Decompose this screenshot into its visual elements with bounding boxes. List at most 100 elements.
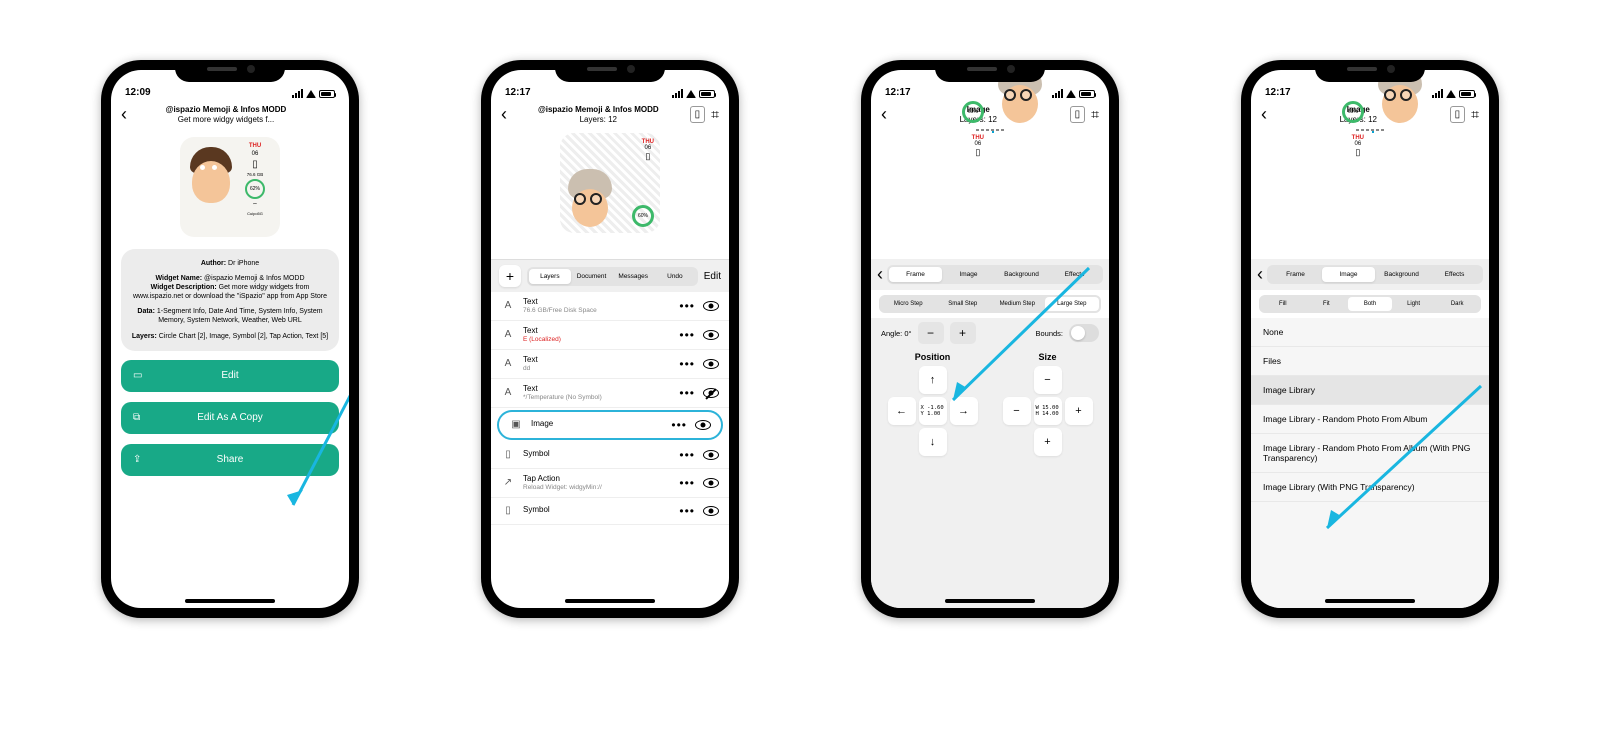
visibility-icon[interactable]	[703, 388, 719, 398]
more-icon[interactable]: •••	[679, 357, 695, 371]
step-segment[interactable]: Micro StepSmall StepMedium StepLarge Ste…	[879, 295, 1101, 313]
visibility-icon[interactable]	[703, 450, 719, 460]
source-option[interactable]: Image Library - Random Photo From Album	[1251, 405, 1489, 434]
seg-document[interactable]: Document	[571, 269, 613, 284]
step-option[interactable]: Medium Step	[990, 297, 1045, 311]
layer-type-icon: A	[501, 387, 515, 398]
screen-2: 12:17 ‹ @ispazio Memoji & Infos MODD Lay…	[491, 70, 729, 608]
tabs-segment[interactable]: FrameImageBackgroundEffects	[887, 265, 1103, 284]
pos-right[interactable]: →	[950, 397, 978, 425]
tab-frame[interactable]: Frame	[1269, 267, 1322, 282]
widget-preview[interactable]: THU06▯ 60%	[560, 133, 660, 233]
back-button[interactable]: ‹	[1261, 104, 1267, 125]
clock: 12:17	[885, 87, 911, 98]
more-icon[interactable]: •••	[679, 448, 695, 462]
mode-dark[interactable]: Dark	[1435, 297, 1479, 311]
layer-row[interactable]: A TextE (Localized) •••	[491, 321, 729, 350]
step-option[interactable]: Micro Step	[881, 297, 936, 311]
edit-button[interactable]: ▭ Edit	[121, 360, 339, 392]
visibility-icon[interactable]	[703, 359, 719, 369]
phone-3: 12:17 ‹ ImageLayers: 12 ▯ ⌗ THU06▯ 60% ‹…	[861, 60, 1119, 618]
share-button[interactable]: ⇪ Share	[121, 444, 339, 476]
tab-effects[interactable]: Effects	[1428, 267, 1481, 282]
fit-mode-segment[interactable]: FillFitBothLightDark	[1259, 295, 1481, 313]
layer-row[interactable]: A Text*/Temperature (No Symbol) •••	[491, 379, 729, 408]
tab-background[interactable]: Background	[1375, 267, 1428, 282]
back-button[interactable]: ‹	[501, 104, 507, 125]
seg-messages[interactable]: Messages	[612, 269, 654, 284]
back-button[interactable]: ‹	[881, 104, 887, 125]
layer-list[interactable]: A Text76.6 GB/Free Disk Space ••• A Text…	[491, 292, 729, 608]
pos-down[interactable]: ↓	[919, 428, 947, 456]
home-indicator[interactable]	[1325, 599, 1415, 603]
copy-icon: ⧉	[133, 412, 140, 423]
mode-both[interactable]: Both	[1348, 297, 1392, 311]
tabs-back[interactable]: ‹	[877, 264, 883, 285]
grid-icon[interactable]: ⌗	[711, 106, 719, 123]
more-icon[interactable]: •••	[679, 386, 695, 400]
notch	[1315, 60, 1425, 82]
layer-row[interactable]: ▯ Symbol •••	[491, 442, 729, 469]
source-option[interactable]: Image Library	[1251, 376, 1489, 405]
visibility-icon[interactable]	[703, 330, 719, 340]
more-icon[interactable]: •••	[679, 328, 695, 342]
size-h-plus[interactable]: +	[1034, 428, 1062, 456]
source-option[interactable]: Image Library - Random Photo From Album …	[1251, 434, 1489, 473]
angle-minus[interactable]: −	[918, 322, 944, 344]
mode-fill[interactable]: Fill	[1261, 297, 1305, 311]
more-icon[interactable]: •••	[679, 504, 695, 518]
layer-row[interactable]: ▯ Symbol •••	[491, 498, 729, 525]
home-indicator[interactable]	[185, 599, 275, 603]
visibility-icon[interactable]	[703, 506, 719, 516]
size-pad: − − W 15.00 H 14.00 + +	[1003, 366, 1093, 456]
angle-plus[interactable]: +	[950, 322, 976, 344]
layer-row[interactable]: ↗ Tap ActionReload Widget: widgyMin:// •…	[491, 469, 729, 498]
back-button[interactable]: ‹	[121, 104, 127, 125]
grid-icon[interactable]: ⌗	[1091, 106, 1099, 123]
tab-frame[interactable]: Frame	[889, 267, 942, 282]
tab-image[interactable]: Image	[1322, 267, 1375, 282]
memoji-icon	[186, 143, 236, 203]
source-option[interactable]: Image Library (With PNG Transparency)	[1251, 473, 1489, 502]
tabs-segment[interactable]: FrameImageBackgroundEffects	[1267, 265, 1483, 284]
tab-image[interactable]: Image	[942, 267, 995, 282]
add-button[interactable]: +	[499, 265, 521, 287]
size-w-plus[interactable]: +	[1065, 397, 1093, 425]
phone-icon[interactable]: ▯	[690, 106, 706, 123]
pos-left[interactable]: ←	[888, 397, 916, 425]
more-icon[interactable]: •••	[671, 418, 687, 432]
source-option[interactable]: Files	[1251, 347, 1489, 376]
phone-icon[interactable]: ▯	[1450, 106, 1466, 123]
grid-icon[interactable]: ⌗	[1471, 106, 1479, 123]
home-indicator[interactable]	[565, 599, 655, 603]
step-option[interactable]: Large Step	[1045, 297, 1100, 311]
size-h-minus[interactable]: −	[1034, 366, 1062, 394]
tabs-back[interactable]: ‹	[1257, 264, 1263, 285]
more-icon[interactable]: •••	[679, 476, 695, 490]
seg-undo[interactable]: Undo	[654, 269, 696, 284]
source-option[interactable]: None	[1251, 318, 1489, 347]
phone-icon[interactable]: ▯	[1070, 106, 1086, 123]
bounds-label: Bounds:	[1035, 329, 1063, 338]
more-icon[interactable]: •••	[679, 299, 695, 313]
visibility-icon[interactable]	[703, 478, 719, 488]
tab-background[interactable]: Background	[995, 267, 1048, 282]
visibility-icon[interactable]	[695, 420, 711, 430]
step-option[interactable]: Small Step	[936, 297, 991, 311]
layer-row[interactable]: A Textdd •••	[491, 350, 729, 379]
mode-light[interactable]: Light	[1392, 297, 1436, 311]
visibility-icon[interactable]	[703, 301, 719, 311]
doc-segment[interactable]: Layers Document Messages Undo	[527, 267, 698, 286]
edit-copy-button[interactable]: ⧉ Edit As A Copy	[121, 402, 339, 434]
seg-layers[interactable]: Layers	[529, 269, 571, 284]
pos-up[interactable]: ↑	[919, 366, 947, 394]
layer-row[interactable]: A Text76.6 GB/Free Disk Space •••	[491, 292, 729, 321]
tab-effects[interactable]: Effects	[1048, 267, 1101, 282]
layer-row[interactable]: ▣ Image •••	[497, 410, 723, 440]
home-indicator[interactable]	[945, 599, 1035, 603]
bounds-toggle[interactable]	[1069, 324, 1099, 342]
size-w-minus[interactable]: −	[1003, 397, 1031, 425]
image-source-list[interactable]: NoneFilesImage LibraryImage Library - Ra…	[1251, 318, 1489, 608]
edit-link[interactable]: Edit	[704, 271, 721, 282]
mode-fit[interactable]: Fit	[1305, 297, 1349, 311]
